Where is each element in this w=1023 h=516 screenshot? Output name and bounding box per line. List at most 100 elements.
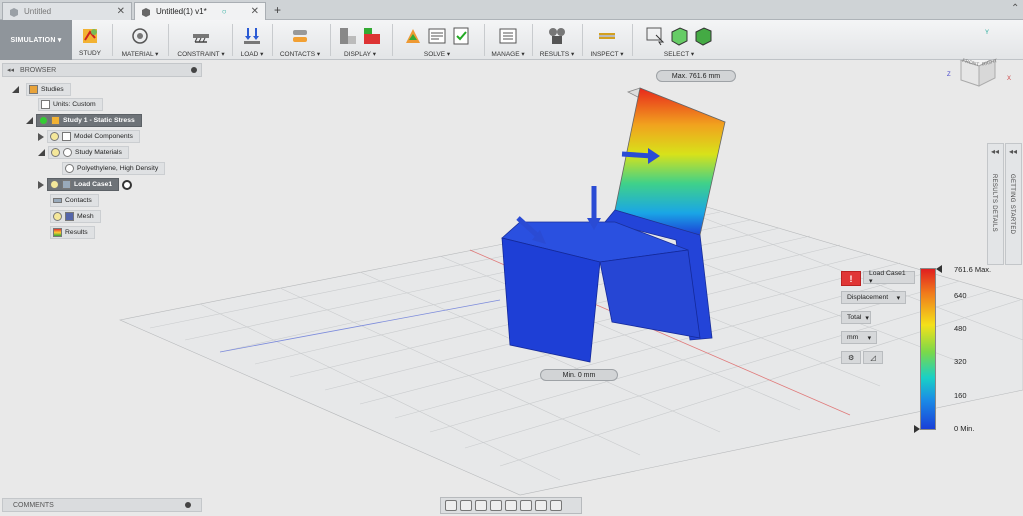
close-tab-icon[interactable]: ✕	[251, 6, 259, 17]
document-tab-bar: Untitled ✕ Untitled(1) v1* ○ ✕ + ⌃	[0, 0, 1023, 20]
tree-study-materials[interactable]: Study Materials	[38, 146, 129, 159]
contacts-icon	[53, 198, 62, 203]
chair-model	[501, 87, 726, 363]
tree-results[interactable]: Results	[50, 226, 95, 239]
getting-started-panel[interactable]: ◂◂ GETTING STARTED	[1005, 143, 1022, 265]
panel-menu-icon[interactable]	[191, 67, 197, 73]
tab-label: Untitled(1) v1*	[156, 7, 207, 16]
browser-header[interactable]: ◂◂ BROWSER	[2, 63, 202, 77]
lightbulb-icon[interactable]	[53, 212, 62, 221]
contacts-label: CONTACTS ▾	[279, 51, 321, 58]
tree-mesh[interactable]: Mesh	[50, 210, 101, 223]
look-at-icon[interactable]	[460, 500, 472, 511]
viewports-icon[interactable]	[550, 500, 562, 511]
contacts-button[interactable]: CONTACTS ▾	[276, 20, 324, 60]
sync-icon: ○	[221, 7, 227, 16]
results-icon	[53, 228, 62, 237]
legend-label-320: 320	[954, 357, 967, 366]
comments-panel[interactable]: COMMENTS	[2, 498, 202, 512]
document-icon	[10, 7, 18, 17]
check-icon	[39, 116, 48, 125]
manage-button[interactable]: MANAGE ▾	[488, 20, 528, 60]
collapse-icon[interactable]: ⌃	[1011, 3, 1019, 14]
close-tab-icon[interactable]: ✕	[117, 6, 125, 17]
expand-panel-icon[interactable]: ◂◂	[1009, 147, 1017, 156]
result-type-dropdown[interactable]: Displacement ▾	[841, 291, 906, 304]
component-value: Total	[847, 314, 862, 321]
results-label: RESULTS ▾	[539, 51, 575, 58]
legend-settings-button[interactable]: ⚙	[841, 351, 861, 364]
solve-label: SOLVE ▾	[423, 51, 451, 58]
warning-icon[interactable]: !	[841, 271, 861, 286]
study-button[interactable]: STUDY	[76, 20, 104, 60]
min-marker-icon[interactable]	[914, 425, 920, 433]
results-button[interactable]: RESULTS ▾	[536, 20, 578, 60]
constraint-button[interactable]: CONSTRAINT ▾	[174, 20, 228, 60]
tree-units-custom[interactable]: Units: Custom	[38, 98, 103, 111]
expand-icon[interactable]	[38, 132, 44, 141]
load-case-icon	[62, 180, 71, 189]
tree-label: Study Materials	[75, 149, 122, 156]
constraint-icon	[193, 34, 209, 43]
zoom-icon[interactable]	[490, 500, 502, 511]
component-dropdown[interactable]: Total ▾	[841, 311, 871, 324]
legend-options-button[interactable]: ◿	[863, 351, 883, 364]
display-settings-icon[interactable]	[520, 500, 532, 511]
result-display-icon	[364, 28, 380, 44]
max-marker-icon[interactable]	[936, 265, 942, 273]
tree-study-1[interactable]: Study 1 - Static Stress	[26, 114, 142, 127]
new-tab-icon[interactable]: +	[274, 3, 281, 17]
fit-icon[interactable]	[505, 500, 517, 511]
load-button[interactable]: LOAD ▾	[236, 20, 268, 60]
lightbulb-icon[interactable]	[51, 148, 60, 157]
collapse-icon[interactable]	[26, 117, 33, 124]
expand-icon[interactable]	[38, 180, 44, 189]
lightbulb-icon[interactable]	[50, 132, 59, 141]
active-radio-icon[interactable]	[122, 179, 133, 190]
tree-label: Studies	[41, 86, 64, 93]
tree-label: Study 1 - Static Stress	[63, 117, 135, 124]
pan-icon[interactable]	[475, 500, 487, 511]
axis-y-label: Y	[985, 30, 990, 36]
material-button[interactable]: MATERIAL ▾	[118, 20, 162, 60]
collapse-panel-icon[interactable]: ◂◂	[7, 66, 14, 74]
tree-studies[interactable]: Studies	[12, 83, 71, 96]
min-callout-text: Min. 0 mm	[562, 371, 596, 379]
tree-model-components[interactable]: Model Components	[38, 130, 140, 143]
orbit-icon[interactable]	[445, 500, 457, 511]
solve-icon	[406, 29, 420, 43]
tree-polyethylene[interactable]: Polyethylene, High Density	[62, 162, 166, 175]
tree-load-case1[interactable]: Load Case1	[38, 178, 133, 191]
tab-untitled[interactable]: Untitled ✕	[2, 2, 132, 20]
job-status-icon	[428, 28, 446, 44]
select-button[interactable]: SELECT ▾	[636, 20, 722, 60]
panel-menu-icon[interactable]	[185, 502, 191, 508]
collapse-icon[interactable]	[38, 149, 45, 156]
lightbulb-icon[interactable]	[50, 180, 59, 189]
results-details-panel[interactable]: ◂◂ RESULTS DETAILS	[987, 143, 1004, 265]
results-details-label: RESULTS DETAILS	[991, 174, 997, 232]
tab-untitled-1-v1[interactable]: Untitled(1) v1* ○ ✕	[134, 2, 266, 20]
units-dropdown[interactable]: mm ▾	[841, 331, 877, 344]
tree-label: Load Case1	[74, 181, 113, 188]
ruler-icon: ◿	[870, 354, 876, 362]
browser-title: BROWSER	[20, 66, 57, 74]
display-button[interactable]: DISPLAY ▾	[334, 20, 386, 60]
inspect-button[interactable]: INSPECT ▾	[586, 20, 628, 60]
load-case-dropdown[interactable]: Load Case1 ▾	[863, 270, 915, 285]
tree-contacts[interactable]: Contacts	[50, 194, 99, 207]
units-value: mm	[847, 334, 859, 341]
comments-title: COMMENTS	[13, 501, 54, 509]
solve-button[interactable]: SOLVE ▾	[396, 20, 478, 60]
display-label: DISPLAY ▾	[344, 51, 376, 58]
legend-label-max: 761.6 Max.	[954, 265, 992, 274]
load-label: LOAD ▾	[240, 51, 264, 58]
grid-settings-icon[interactable]	[535, 500, 547, 511]
max-callout-text: Max. 761.6 mm	[671, 72, 721, 80]
workspace-switcher[interactable]: SIMULATION ▾	[0, 20, 72, 60]
tree-label: Polyethylene, High Density	[77, 165, 159, 172]
legend-label-160: 160	[954, 391, 967, 400]
tree-label: Contacts	[65, 197, 92, 204]
expand-panel-icon[interactable]: ◂◂	[991, 147, 999, 156]
collapse-icon[interactable]	[12, 86, 19, 93]
